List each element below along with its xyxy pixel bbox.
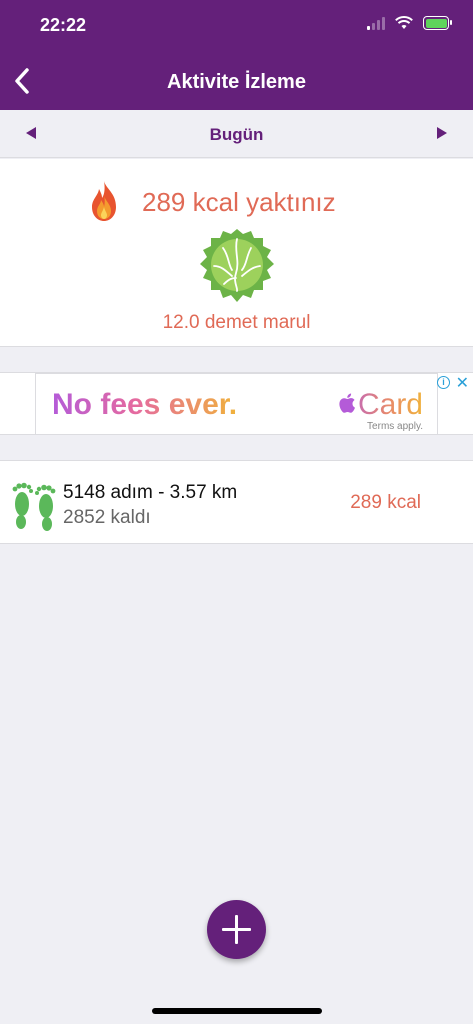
steps-calories-text: 289 kcal [350, 492, 421, 513]
page-title: Aktivite İzleme [167, 71, 306, 93]
ad-close-icon[interactable]: ✕ [456, 373, 469, 393]
home-indicator[interactable] [152, 1008, 322, 1014]
status-time: 22:22 [40, 15, 87, 35]
food-equivalent-text: 12.0 demet marul [162, 312, 311, 333]
ad-brand-label: Card [357, 388, 423, 421]
apple-logo-icon [339, 393, 355, 413]
ad-info-icon[interactable]: i [437, 376, 450, 389]
add-activity-button[interactable] [207, 900, 266, 959]
day-selector: Bugün [0, 110, 473, 158]
next-day-icon[interactable] [437, 127, 447, 139]
app-header: 22:22 Aktivite İzleme [0, 0, 473, 110]
ad-terms: Terms apply. [367, 421, 423, 432]
calories-burned-text: 289 kcal yaktınız [142, 187, 336, 217]
ad-banner-row: No fees ever. Card Terms apply. i ✕ [0, 372, 473, 435]
footprints-icon [12, 482, 56, 531]
fire-icon [92, 181, 116, 221]
ad-headline: No fees ever. [52, 388, 238, 421]
ad-brand: Card [338, 388, 423, 422]
day-label: Bugün [209, 125, 264, 144]
battery-icon [423, 16, 452, 30]
steps-remaining-text: 2852 kaldı [63, 507, 151, 528]
steps-distance-text: 5148 adım - 3.57 km [63, 482, 238, 503]
calorie-summary-card: 289 kcal yaktınız 12.0 demet marul [0, 159, 473, 347]
wifi-icon [395, 16, 413, 29]
steps-activity-row[interactable]: 5148 adım - 3.57 km 2852 kaldı 289 kcal [0, 460, 473, 544]
signal-icon [367, 16, 385, 30]
lettuce-icon [200, 229, 274, 302]
status-icons [367, 16, 452, 30]
ad-banner[interactable]: No fees ever. Card Terms apply. [35, 373, 438, 435]
